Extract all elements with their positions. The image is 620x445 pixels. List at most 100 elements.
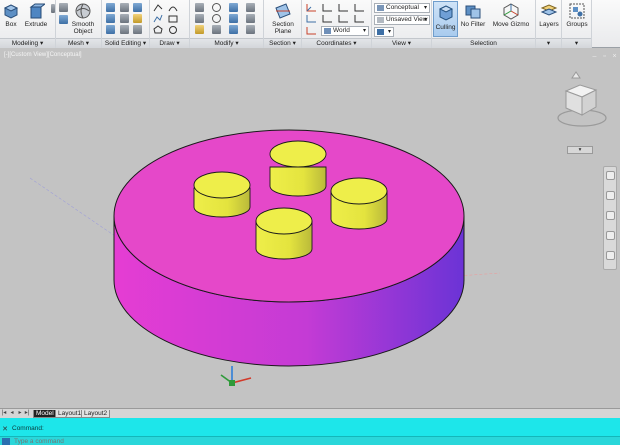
ucs-x-icon[interactable] <box>322 14 333 23</box>
groups-button[interactable]: Groups <box>564 2 590 28</box>
cylinder-back[interactable] <box>269 140 327 197</box>
last-tab-icon[interactable]: ▸| <box>24 410 30 417</box>
rotate-icon[interactable] <box>212 3 221 12</box>
rectangle-icon[interactable] <box>168 14 178 23</box>
offset-icon[interactable] <box>246 14 255 23</box>
mesh-tool-icon[interactable] <box>59 15 68 24</box>
arc-icon[interactable] <box>168 3 178 12</box>
extrude-button[interactable]: Extrude <box>24 2 48 28</box>
tab-layout1[interactable]: Layout1 <box>55 410 85 418</box>
next-tab-icon[interactable]: ▸ <box>17 410 23 417</box>
section-panel: Section Plane Section ▾ <box>264 0 302 48</box>
ucs-dropdown[interactable]: World ▾ <box>321 26 369 36</box>
move-gizmo-button[interactable]: Move Gizmo <box>492 2 530 28</box>
ucs-value: World <box>333 27 350 34</box>
model-canvas[interactable] <box>0 48 620 408</box>
mesh-tool-icon[interactable] <box>59 3 68 12</box>
command-prompt-icon[interactable] <box>2 438 10 445</box>
layers-panel-title[interactable]: ▾ <box>536 38 561 48</box>
viewport-config-dropdown[interactable]: ▾ <box>374 27 394 37</box>
named-view-dropdown[interactable]: Unsaved View ▾ <box>374 15 430 25</box>
stretch-icon[interactable] <box>195 25 204 34</box>
visual-style-icon <box>377 5 384 11</box>
separate-icon[interactable] <box>120 25 129 34</box>
modeling-tool-icon[interactable] <box>51 4 55 13</box>
ucs-icon[interactable] <box>306 3 317 12</box>
modeling-panel-title[interactable]: Modeling ▾ <box>0 38 55 48</box>
steering-wheel-icon[interactable] <box>606 171 615 180</box>
groups-icon <box>569 3 585 19</box>
move-gizmo-label: Move Gizmo <box>492 21 530 28</box>
polyline-icon[interactable] <box>153 14 163 23</box>
orbit-icon[interactable] <box>606 231 615 240</box>
no-filter-button[interactable]: No Filter <box>460 2 486 28</box>
3d-rotate-icon[interactable] <box>212 14 221 23</box>
showmotion-icon[interactable] <box>606 251 615 260</box>
align-icon[interactable] <box>229 3 238 12</box>
cylinder-front[interactable] <box>255 207 313 260</box>
polygon-icon[interactable] <box>153 25 163 34</box>
named-view-icon <box>377 17 384 23</box>
zoom-icon[interactable] <box>606 211 615 220</box>
viewcube[interactable] <box>557 71 607 127</box>
culling-button[interactable]: Culling <box>433 1 458 37</box>
subtract-icon[interactable] <box>106 14 115 23</box>
array-icon[interactable] <box>229 25 238 34</box>
mirror-icon[interactable] <box>229 14 238 23</box>
command-input[interactable] <box>14 437 574 445</box>
section-panel-title[interactable]: Section ▾ <box>264 38 301 48</box>
tab-model[interactable]: Model <box>33 410 57 418</box>
ucs-y-icon[interactable] <box>338 14 349 23</box>
modify-panel-title[interactable]: Modify ▾ <box>190 38 263 48</box>
taper-faces-icon[interactable] <box>133 25 142 34</box>
wcs-menu-badge[interactable]: ▾ <box>567 146 593 154</box>
navigation-bar[interactable] <box>603 166 617 270</box>
layers-button[interactable]: Layers <box>537 2 561 28</box>
intersect-icon[interactable] <box>106 25 115 34</box>
slice-icon[interactable] <box>120 3 129 12</box>
drawing-viewport[interactable]: [-][Custom View][Conceptual] – ▫ × ▾ <box>0 48 620 408</box>
visual-style-value: Conceptual <box>386 4 419 11</box>
tab-layout2[interactable]: Layout2 <box>81 410 111 418</box>
groups-panel-title[interactable]: ▾ <box>562 38 591 48</box>
visual-style-dropdown[interactable]: Conceptual ▾ <box>374 3 430 13</box>
scale-icon[interactable] <box>212 25 221 34</box>
ucs-origin-icon[interactable] <box>354 3 365 12</box>
no-filter-label: No Filter <box>460 21 486 28</box>
ucs-axis-icon[interactable] <box>220 366 252 386</box>
shell-icon[interactable] <box>133 14 142 23</box>
solid-editing-panel-title[interactable]: Solid Editing ▾ <box>102 38 149 48</box>
ucs-world-icon[interactable] <box>322 3 333 12</box>
section-plane-button[interactable]: Section Plane <box>268 2 298 35</box>
move-icon[interactable] <box>195 3 204 12</box>
coordinates-panel-title[interactable]: Coordinates ▾ <box>302 38 371 48</box>
prev-tab-icon[interactable]: ◂ <box>9 410 15 417</box>
selection-panel-title[interactable]: Selection <box>432 38 535 48</box>
circle-icon[interactable] <box>168 25 178 34</box>
view-panel-title[interactable]: View ▾ <box>372 38 431 48</box>
cylinder-right[interactable] <box>330 177 388 230</box>
ucs-z-icon[interactable] <box>354 14 365 23</box>
cylinder-left[interactable] <box>193 171 251 218</box>
line-icon[interactable] <box>153 3 163 12</box>
close-icon[interactable]: ✕ <box>1 425 9 433</box>
fillet-edge-icon[interactable] <box>133 3 142 12</box>
copy-icon[interactable] <box>195 14 204 23</box>
box-button[interactable]: Box <box>2 2 20 28</box>
union-icon[interactable] <box>106 3 115 12</box>
chevron-down-icon: ▾ <box>423 17 427 23</box>
ucs-previous-icon[interactable] <box>338 3 349 12</box>
ucs-view-icon[interactable] <box>306 26 317 35</box>
erase-icon[interactable] <box>246 3 255 12</box>
ribbon: Box Extrude Modeling ▾ Smooth Object Mes… <box>0 0 620 48</box>
named-view-value: Unsaved View <box>386 16 428 23</box>
trim-icon[interactable] <box>246 25 255 34</box>
smooth-object-label-2: Object <box>73 28 93 35</box>
draw-panel-title[interactable]: Draw ▾ <box>150 38 189 48</box>
pan-icon[interactable] <box>606 191 615 200</box>
extract-edges-icon[interactable] <box>120 14 129 23</box>
ucs-3point-icon[interactable] <box>306 14 317 23</box>
mesh-panel-title[interactable]: Mesh ▾ <box>56 38 101 48</box>
first-tab-icon[interactable]: |◂ <box>1 410 7 417</box>
smooth-object-button[interactable]: Smooth Object <box>68 2 98 35</box>
